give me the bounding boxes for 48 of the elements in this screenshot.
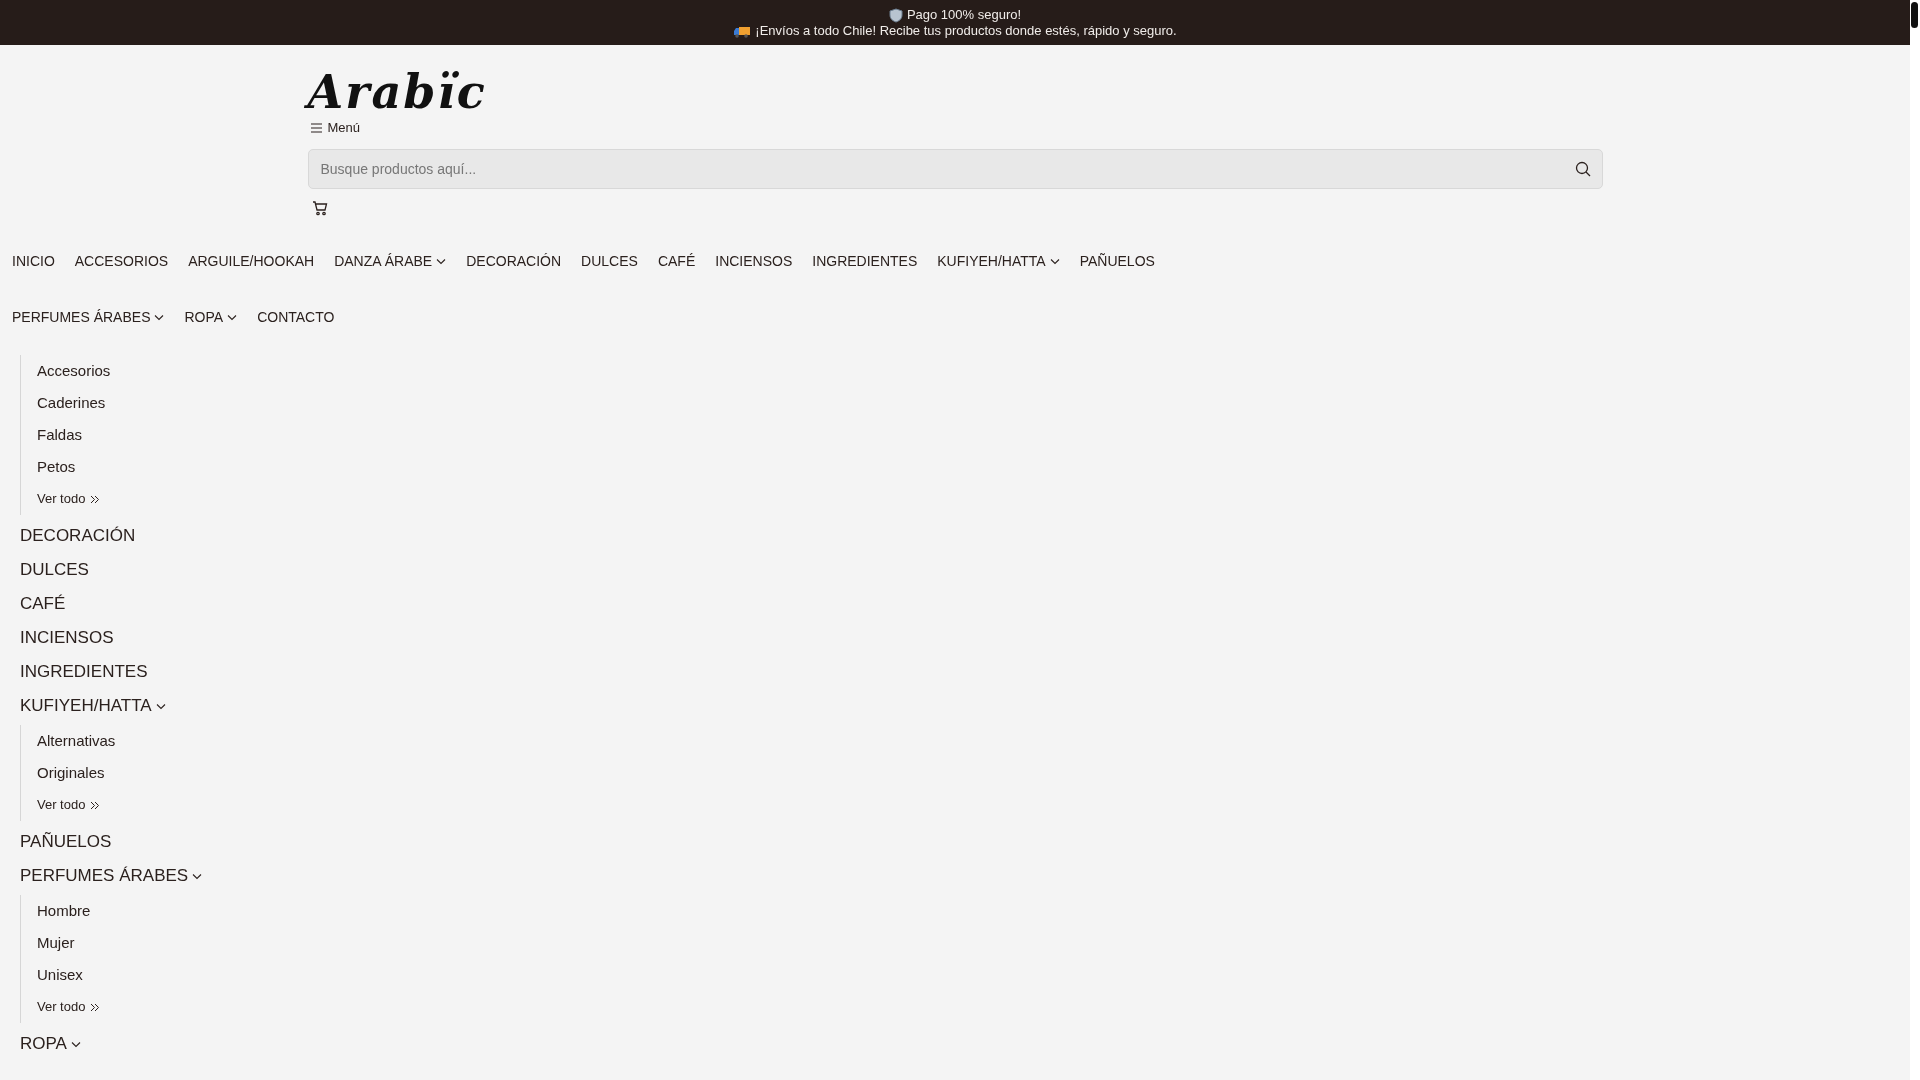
menu-item[interactable]: ROPA [20,1027,81,1061]
menu-item[interactable]: INCIENSOS [20,621,114,655]
search-field[interactable]: Busque productos aquí... [307,149,1603,189]
menu-item[interactable]: DULCES [20,553,89,587]
nav-link[interactable]: CAFÉ [647,233,706,289]
menu-item[interactable]: PERFUMES ÁRABES [20,859,203,893]
nav-link[interactable]: PERFUMES ÁRABES [2,289,175,345]
submenu-item[interactable]: Alternativas [37,725,116,757]
nav-link[interactable]: DULCES [571,233,648,289]
nav-link[interactable]: PAÑUELOS [1069,233,1165,289]
nav-link[interactable]: DANZA ÁRABE [324,233,457,289]
nav-link[interactable]: KUFIYEH/HATTA [927,233,1070,289]
nav-link[interactable]: CONTACTO [247,289,345,345]
nav-link[interactable]: ACCESORIOS [64,233,179,289]
submenu-item[interactable]: Hombre [37,895,91,927]
see-all-link[interactable]: Ver todo [37,789,101,821]
double-chevron-icon [90,1002,101,1012]
menu-item[interactable]: KUFIYEH/HATTA [20,689,166,723]
nav-link[interactable]: DECORACIÓN [456,233,572,289]
submenu-item[interactable]: Accesorios [37,355,111,387]
menu-icon [309,122,323,134]
nav-link[interactable]: INGREDIENTES [802,233,928,289]
submenu-item[interactable]: Unisex [37,959,83,991]
see-all-link[interactable]: Ver todo [37,483,101,515]
menu-item[interactable]: INGREDIENTES [20,655,148,689]
double-chevron-icon [90,494,101,504]
see-all-link[interactable]: Ver todo [37,991,101,1023]
announcement-text: Pago 100% seguro! [906,7,1022,23]
submenu-item[interactable]: Originales [37,757,105,789]
nav-link[interactable]: ROPA [174,289,248,345]
truck-icon [733,24,752,38]
scrollbar-thumb[interactable] [1911,2,1918,28]
nav-link[interactable]: INICIO [2,233,65,289]
menu-item[interactable]: PAÑUELOS [20,825,112,859]
search-icon[interactable] [1574,161,1591,177]
menu-item[interactable]: CAFÉ [20,587,66,621]
announcement-text: ¡Envíos a todo Chile! Recibe tus productos donde estés, rápido y seguro. [755,23,1177,39]
submenu-item[interactable]: Caderines [37,387,106,419]
nav-link[interactable]: INCIENSOS [705,233,803,289]
submenu-item[interactable]: Faldas [37,419,83,451]
menu-button[interactable]: Menú [307,119,363,137]
double-chevron-icon [90,800,101,810]
menu-item[interactable]: DECORACIÓN [20,519,136,553]
submenu-item[interactable]: Mujer [37,927,75,959]
nav-link[interactable]: ARGUILE/HOOKAH [178,233,325,289]
cart-icon[interactable] [311,199,328,216]
shield-icon [888,7,903,23]
submenu-item[interactable]: Petos [37,451,76,483]
